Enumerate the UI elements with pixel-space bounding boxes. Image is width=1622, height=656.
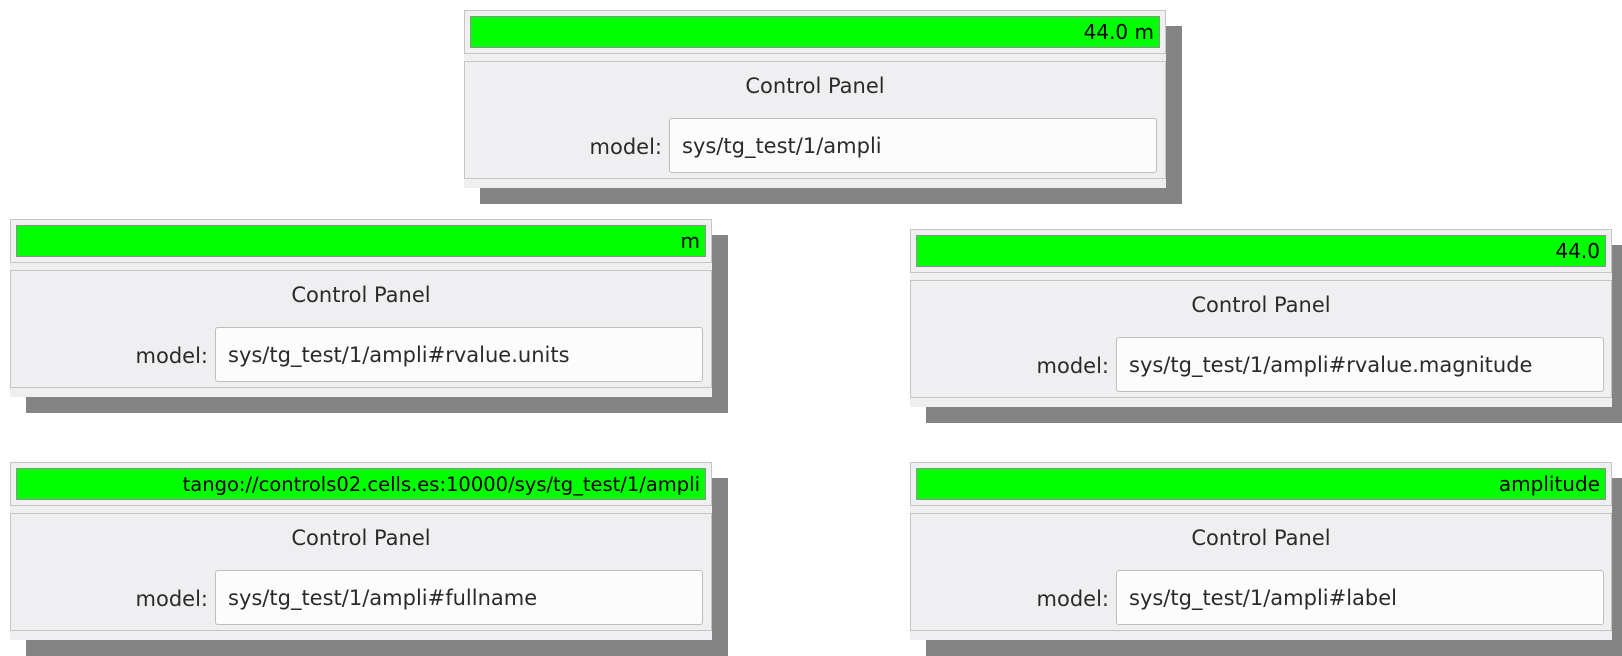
value-label: amplitude [916, 468, 1606, 500]
value-label: tango://controls02.cells.es:10000/sys/tg… [16, 468, 706, 500]
model-label: model: [1036, 587, 1109, 611]
model-input[interactable] [1116, 337, 1604, 392]
value-label-frame: 44.0 [910, 229, 1612, 273]
value-label-frame: amplitude [910, 462, 1612, 506]
control-panel: Control Panel model: [464, 61, 1166, 179]
value-label: 44.0 m [470, 16, 1160, 48]
model-label: model: [135, 587, 208, 611]
control-panel-title: Control Panel [291, 283, 431, 307]
taurus-widget-top: 44.0 m Control Panel model: [464, 10, 1166, 188]
model-input[interactable] [669, 118, 1157, 173]
control-panel: Control Panel model: [910, 513, 1612, 631]
model-input[interactable] [215, 327, 703, 382]
control-panel: Control Panel model: [910, 280, 1612, 398]
taurus-widget-units: m Control Panel model: [10, 219, 712, 397]
value-label-frame: 44.0 m [464, 10, 1166, 54]
model-label: model: [589, 135, 662, 159]
value-label-frame: m [10, 219, 712, 263]
control-panel-title: Control Panel [291, 526, 431, 550]
control-panel-title: Control Panel [745, 74, 885, 98]
taurus-widget-fullname: tango://controls02.cells.es:10000/sys/tg… [10, 462, 712, 640]
control-panel-title: Control Panel [1191, 526, 1331, 550]
model-label: model: [135, 344, 208, 368]
value-label: 44.0 [916, 235, 1606, 267]
model-label: model: [1036, 354, 1109, 378]
value-label: m [16, 225, 706, 257]
control-panel: Control Panel model: [10, 513, 712, 631]
taurus-widget-label: amplitude Control Panel model: [910, 462, 1612, 640]
control-panel-title: Control Panel [1191, 293, 1331, 317]
value-label-frame: tango://controls02.cells.es:10000/sys/tg… [10, 462, 712, 506]
model-input[interactable] [1116, 570, 1604, 625]
control-panel: Control Panel model: [10, 270, 712, 388]
model-input[interactable] [215, 570, 703, 625]
taurus-widget-magnitude: 44.0 Control Panel model: [910, 229, 1612, 407]
